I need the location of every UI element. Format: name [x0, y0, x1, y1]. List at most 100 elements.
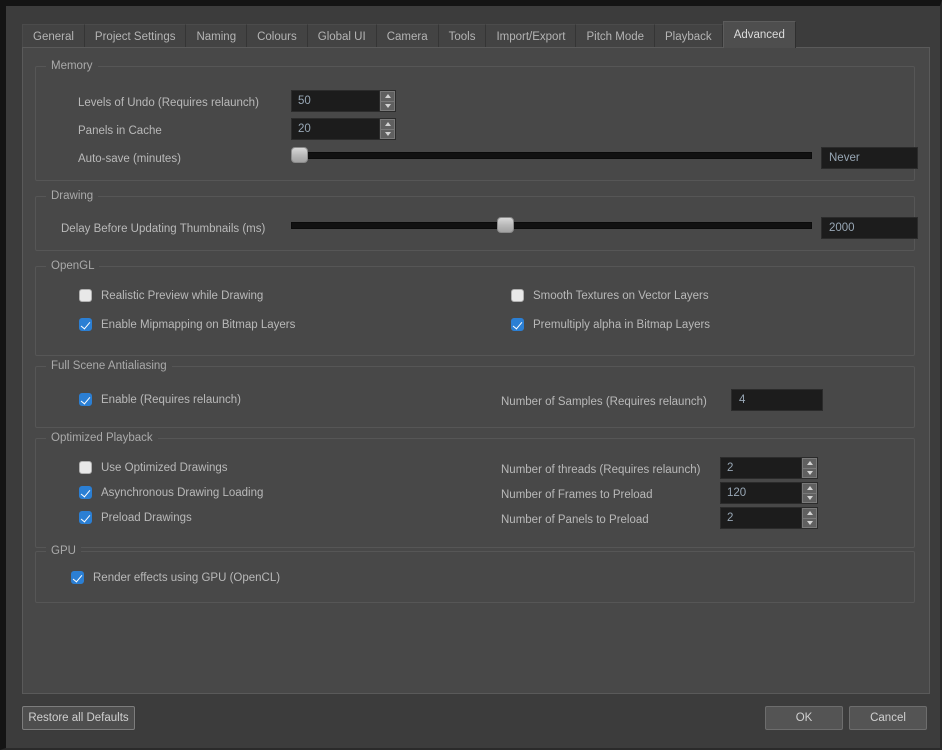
levels-of-undo-label: Levels of Undo (Requires relaunch)	[78, 97, 259, 109]
checkbox-box[interactable]	[511, 318, 524, 331]
number-of-threads-spin-buttons[interactable]	[801, 458, 817, 478]
tab-camera[interactable]: Camera	[376, 24, 439, 48]
antialiasing-group: Full Scene Antialiasing Enable (Requires…	[35, 360, 915, 428]
checkbox-box[interactable]	[79, 486, 92, 499]
levels-of-undo-spin-buttons[interactable]	[379, 91, 395, 111]
caret-up-icon	[806, 511, 813, 516]
checkbox-label: Realistic Preview while Drawing	[101, 289, 264, 302]
checkbox-antialiasing-enable[interactable]: Enable (Requires relaunch)	[79, 393, 241, 406]
panels-to-preload-increment-button[interactable]	[802, 508, 817, 518]
auto-save-slider-track[interactable]	[291, 152, 812, 159]
checkbox-box[interactable]	[71, 571, 84, 584]
checkbox-box[interactable]	[79, 393, 92, 406]
delay-thumbnails-slider-track[interactable]	[291, 222, 812, 229]
levels-of-undo-value[interactable]: 50	[292, 91, 379, 111]
checkbox-smooth-textures[interactable]: Smooth Textures on Vector Layers	[511, 289, 709, 302]
drawing-group-title: Drawing	[46, 190, 99, 203]
restore-all-defaults-button[interactable]: Restore all Defaults	[22, 706, 135, 730]
frames-to-preload-label: Number of Frames to Preload	[501, 489, 653, 501]
ok-button[interactable]: OK	[765, 706, 843, 730]
number-of-threads-increment-button[interactable]	[802, 458, 817, 468]
number-of-threads-decrement-button[interactable]	[802, 467, 817, 478]
caret-up-icon	[806, 461, 813, 466]
tab-bar: General Project Settings Naming Colours …	[22, 21, 796, 48]
number-of-threads-value[interactable]: 2	[721, 458, 801, 478]
checkbox-box[interactable]	[79, 318, 92, 331]
panels-in-cache-spin-buttons[interactable]	[379, 119, 395, 139]
checkbox-box[interactable]	[511, 289, 524, 302]
panels-in-cache-label: Panels in Cache	[78, 125, 162, 137]
tab-naming[interactable]: Naming	[186, 24, 248, 48]
caret-down-icon	[384, 131, 391, 136]
opengl-group-title: OpenGL	[46, 260, 100, 273]
advanced-settings-panel: Memory Levels of Undo (Requires relaunch…	[22, 47, 930, 694]
delay-thumbnails-slider-handle[interactable]	[497, 217, 514, 233]
tab-playback[interactable]: Playback	[655, 24, 723, 48]
checkbox-label: Enable (Requires relaunch)	[101, 393, 241, 406]
auto-save-value-field[interactable]: Never	[821, 147, 918, 169]
checkbox-render-effects-gpu[interactable]: Render effects using GPU (OpenCL)	[71, 571, 280, 584]
frames-to-preload-increment-button[interactable]	[802, 483, 817, 493]
number-of-samples-field[interactable]: 4	[731, 389, 823, 411]
panels-to-preload-stepper[interactable]: 2	[720, 507, 818, 529]
panels-to-preload-label: Number of Panels to Preload	[501, 514, 649, 526]
checkbox-use-optimized-drawings[interactable]: Use Optimized Drawings	[79, 461, 228, 474]
checkbox-label: Render effects using GPU (OpenCL)	[93, 571, 281, 584]
auto-save-label: Auto-save (minutes)	[78, 153, 181, 165]
optimized-playback-group-title: Optimized Playback	[46, 432, 158, 445]
delay-thumbnails-value-field[interactable]: 2000	[821, 217, 918, 239]
checkbox-preload-drawings[interactable]: Preload Drawings	[79, 511, 192, 524]
antialiasing-group-title: Full Scene Antialiasing	[46, 360, 172, 373]
panels-in-cache-decrement-button[interactable]	[380, 128, 395, 139]
gpu-group-title: GPU	[46, 545, 81, 558]
checkbox-box[interactable]	[79, 289, 92, 302]
tab-advanced[interactable]: Advanced	[722, 21, 796, 48]
frames-to-preload-spin-buttons[interactable]	[801, 483, 817, 503]
delay-thumbnails-label: Delay Before Updating Thumbnails (ms)	[61, 223, 266, 235]
caret-down-icon	[384, 103, 391, 108]
tab-tools[interactable]: Tools	[438, 24, 487, 48]
tab-import-export[interactable]: Import/Export	[486, 24, 577, 48]
checkbox-realistic-preview[interactable]: Realistic Preview while Drawing	[79, 289, 263, 302]
caret-down-icon	[806, 470, 813, 475]
number-of-samples-label: Number of Samples (Requires relaunch)	[501, 396, 707, 408]
panels-to-preload-value[interactable]: 2	[721, 508, 801, 528]
caret-up-icon	[384, 94, 391, 99]
checkbox-box[interactable]	[79, 511, 92, 524]
tab-general[interactable]: General	[22, 24, 85, 48]
tab-global-ui[interactable]: Global UI	[307, 24, 377, 48]
number-of-threads-stepper[interactable]: 2	[720, 457, 818, 479]
panels-in-cache-stepper[interactable]: 20	[291, 118, 396, 140]
optimized-playback-group: Optimized Playback Use Optimized Drawing…	[35, 432, 915, 548]
panels-to-preload-spin-buttons[interactable]	[801, 508, 817, 528]
panels-in-cache-increment-button[interactable]	[380, 119, 395, 129]
caret-down-icon	[806, 495, 813, 500]
tab-pitch-mode[interactable]: Pitch Mode	[576, 24, 656, 48]
panels-in-cache-value[interactable]: 20	[292, 119, 379, 139]
cancel-button[interactable]: Cancel	[849, 706, 927, 730]
memory-group-title: Memory	[46, 60, 98, 73]
frames-to-preload-decrement-button[interactable]	[802, 492, 817, 503]
checkbox-box[interactable]	[79, 461, 92, 474]
preferences-dialog: General Project Settings Naming Colours …	[0, 0, 942, 750]
checkbox-premultiply-alpha[interactable]: Premultiply alpha in Bitmap Layers	[511, 318, 710, 331]
checkbox-async-drawing-loading[interactable]: Asynchronous Drawing Loading	[79, 486, 263, 499]
frames-to-preload-value[interactable]: 120	[721, 483, 801, 503]
frames-to-preload-stepper[interactable]: 120	[720, 482, 818, 504]
caret-up-icon	[806, 486, 813, 491]
checkbox-label: Smooth Textures on Vector Layers	[533, 289, 709, 302]
panels-to-preload-decrement-button[interactable]	[802, 517, 817, 528]
levels-of-undo-increment-button[interactable]	[380, 91, 395, 101]
delay-thumbnails-slider[interactable]	[291, 217, 812, 233]
levels-of-undo-stepper[interactable]: 50	[291, 90, 396, 112]
auto-save-slider-handle[interactable]	[291, 147, 308, 163]
caret-up-icon	[384, 122, 391, 127]
auto-save-slider[interactable]	[291, 147, 812, 163]
memory-group: Memory Levels of Undo (Requires relaunch…	[35, 60, 918, 181]
tab-project-settings[interactable]: Project Settings	[84, 24, 187, 48]
checkbox-enable-mipmapping[interactable]: Enable Mipmapping on Bitmap Layers	[79, 318, 295, 331]
drawing-group: Drawing Delay Before Updating Thumbnails…	[35, 190, 918, 251]
levels-of-undo-decrement-button[interactable]	[380, 100, 395, 111]
opengl-group: OpenGL Realistic Preview while Drawing S…	[35, 260, 915, 356]
tab-colours[interactable]: Colours	[247, 24, 308, 48]
